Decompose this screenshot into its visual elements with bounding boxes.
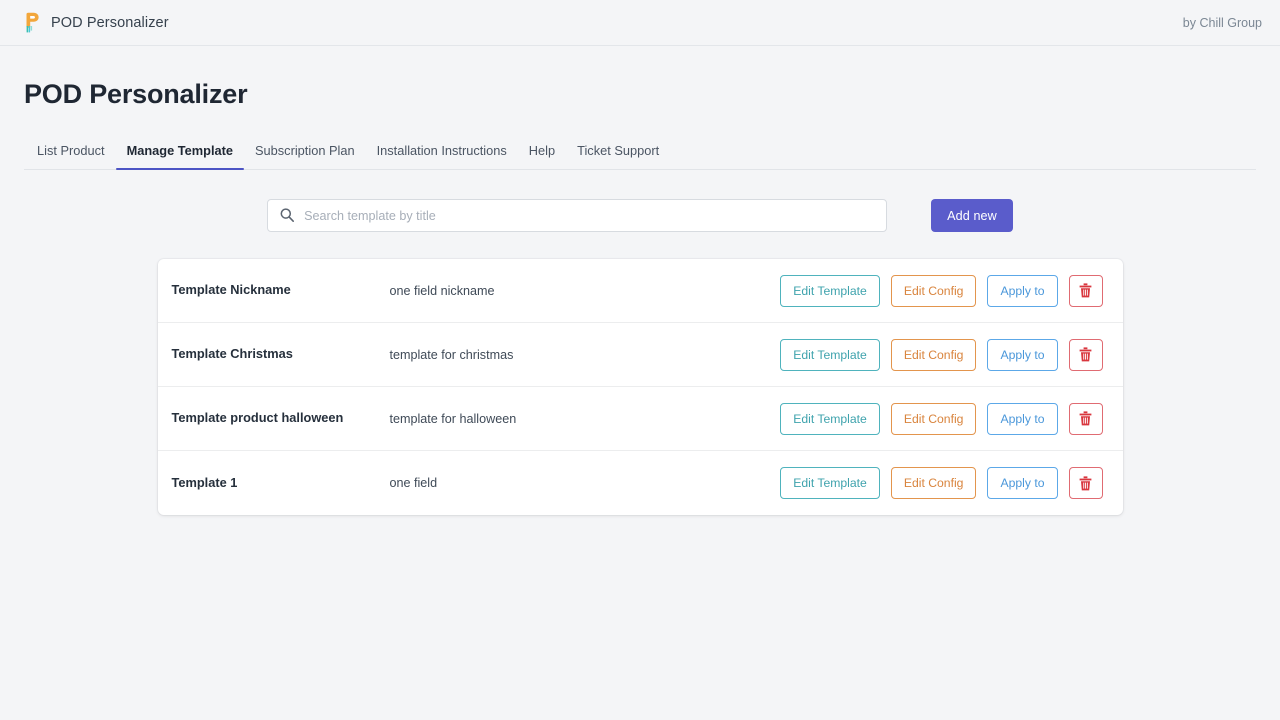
apply-to-button[interactable]: Apply to (987, 274, 1058, 307)
apply-to-button[interactable]: Apply to (987, 402, 1058, 435)
tab-list-product[interactable]: List Product (26, 144, 116, 169)
tab-ticket-support[interactable]: Ticket Support (566, 144, 670, 169)
template-list-card: Template Nickname one field nickname Edi… (157, 259, 1123, 515)
brand-name: POD Personalizer (51, 14, 169, 31)
toolbar: Add new (24, 199, 1256, 232)
search-input[interactable] (267, 199, 888, 232)
search-field-wrapper (267, 199, 888, 232)
trash-icon (1079, 475, 1092, 491)
delete-button[interactable] (1068, 338, 1103, 371)
delete-button[interactable] (1068, 467, 1103, 499)
edit-template-button[interactable]: Edit Template (780, 402, 880, 435)
edit-template-button[interactable]: Edit Template (780, 338, 880, 371)
row-actions: Edit Template Edit Config Apply to (780, 274, 1103, 307)
edit-config-button[interactable]: Edit Config (890, 338, 977, 371)
delete-button[interactable] (1068, 274, 1103, 307)
tab-bar: List Product Manage Template Subscriptio… (24, 137, 1256, 170)
apply-to-button[interactable]: Apply to (987, 467, 1058, 499)
row-actions: Edit Template Edit Config Apply to (780, 338, 1103, 371)
app-topbar: POD Personalizer by Chill Group (0, 0, 1280, 46)
template-title: Template Nickname (171, 282, 291, 298)
pod-logo-icon (22, 12, 41, 34)
tab-subscription-plan[interactable]: Subscription Plan (244, 144, 366, 169)
edit-config-button[interactable]: Edit Config (890, 402, 977, 435)
delete-button[interactable] (1068, 402, 1103, 435)
tab-manage-template[interactable]: Manage Template (115, 144, 245, 170)
table-row: Template product halloween template for … (157, 387, 1123, 451)
template-description: template for christmas (389, 347, 514, 362)
row-actions: Edit Template Edit Config Apply to (780, 402, 1103, 435)
tab-help[interactable]: Help (518, 144, 566, 169)
edit-config-button[interactable]: Edit Config (890, 274, 977, 307)
table-row: Template Christmas template for christma… (157, 323, 1123, 387)
page-body: POD Personalizer List Product Manage Tem… (0, 46, 1280, 515)
brand: POD Personalizer (22, 12, 169, 34)
template-title: Template Christmas (171, 346, 293, 362)
add-new-button[interactable]: Add new (931, 199, 1013, 232)
trash-icon (1079, 283, 1092, 298)
row-actions: Edit Template Edit Config Apply to (780, 467, 1103, 499)
table-row: Template Nickname one field nickname Edi… (157, 259, 1123, 323)
edit-template-button[interactable]: Edit Template (780, 274, 880, 307)
template-title: Template 1 (171, 474, 238, 490)
page-title: POD Personalizer (24, 79, 248, 109)
trash-icon (1079, 411, 1092, 426)
template-description: one field nickname (389, 283, 495, 298)
template-description: one field (389, 476, 438, 490)
tab-installation-instructions[interactable]: Installation Instructions (366, 144, 518, 169)
apply-to-button[interactable]: Apply to (987, 338, 1058, 371)
template-title: Template product halloween (171, 410, 344, 426)
template-description: template for halloween (389, 411, 517, 426)
edit-template-button[interactable]: Edit Template (780, 467, 880, 499)
table-row: Template 1 one field Edit Template Edit … (158, 451, 1123, 515)
byline: by Chill Group (1182, 15, 1262, 30)
edit-config-button[interactable]: Edit Config (890, 467, 977, 499)
trash-icon (1079, 347, 1092, 362)
